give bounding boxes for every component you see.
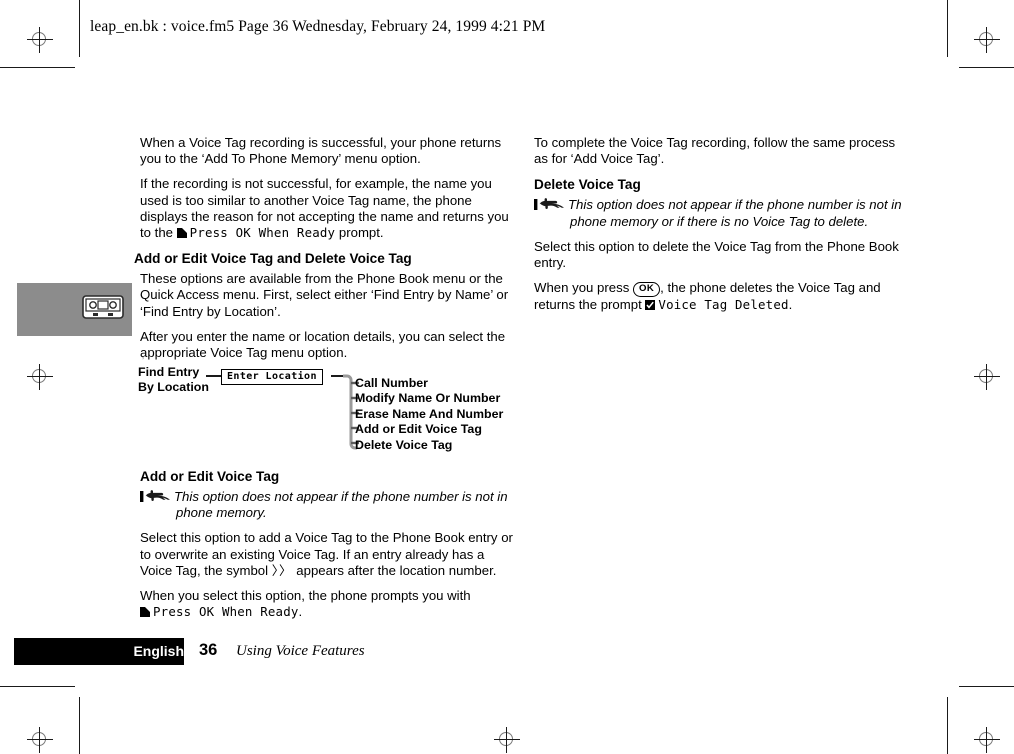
diagram-item-erase-name-and-number: Erase Name And Number <box>355 406 504 421</box>
menu-tree-diagram: ‚ Find Entry By Location Enter Location … <box>138 350 518 460</box>
lcd-symbol-double-chevron: 〉〉 <box>271 562 293 578</box>
lcd-prompt-press-ok-when-ready: Press OK When Ready <box>176 225 336 241</box>
trim-line-left-bottom <box>79 697 80 754</box>
diagram-item-call-number: Call Number <box>355 376 428 390</box>
trim-line-top-right <box>959 67 1014 68</box>
registration-mark-top-left <box>27 27 53 53</box>
left-text-column: When a Voice Tag recording is successful… <box>134 135 513 370</box>
trim-line-bottom-right <box>959 686 1014 687</box>
lcd-prompt-voice-tag-deleted: Voice Tag Deleted <box>645 297 788 312</box>
text-run: . <box>788 297 793 313</box>
paragraph-after-you-enter: After you enter the name or location det… <box>140 328 506 361</box>
paragraph-select-option-delete: Select this option to delete the Voice T… <box>534 238 899 271</box>
lcd-text: Voice Tag Deleted <box>658 297 789 313</box>
footer-language-label: English <box>133 643 184 659</box>
text-run: prompt. <box>335 225 384 241</box>
trim-line-top-left <box>0 67 75 68</box>
trim-line-left-top <box>79 0 80 57</box>
paragraph-options-available: These options are available from the Pho… <box>140 271 509 319</box>
text-run: When you select this option, the phone p… <box>140 588 471 604</box>
heading-delete-voice-tag: Delete Voice Tag <box>534 177 641 193</box>
cassette-tape-icon <box>82 295 124 319</box>
trim-line-bottom-left <box>0 686 75 687</box>
diagram-item-modify-name-or-number: Modify Name Or Number <box>355 391 501 406</box>
registration-mark-bottom-center <box>494 727 520 753</box>
paragraph-select-option-add-voice-tag: Select this option to add a Voice Tag to… <box>140 530 513 579</box>
paragraph-prompts-you-with: When you select this option, the phone p… <box>140 588 513 620</box>
lcd-prompt-press-ok-when-ready-2: Press OK When Ready <box>140 604 299 619</box>
trim-line-right-bottom <box>947 697 948 754</box>
right-text-column: To complete the Voice Tag recording, fol… <box>534 135 907 322</box>
text-run: . <box>298 604 303 620</box>
trim-line-right-top <box>947 0 948 57</box>
registration-mark-top-right <box>974 27 1000 53</box>
chapter-tab <box>17 283 132 336</box>
footer-section-title: Using Voice Features <box>236 643 365 659</box>
diagram-item-add-or-edit-voice-tag: Add or Edit Voice Tag <box>355 422 482 437</box>
paragraph-voice-tag-success: When a Voice Tag recording is successful… <box>140 135 502 167</box>
diagram-item-delete-voice-tag: Delete Voice Tag <box>355 437 453 452</box>
lcd-flag-icon <box>140 607 150 618</box>
heading-add-or-edit-and-delete-voice-tag: Add or Edit Voice Tag and Delete Voice T… <box>134 251 412 267</box>
note-text: This option does not appear if the phone… <box>568 197 902 229</box>
lcd-checkbox-icon <box>645 300 656 311</box>
registration-mark-middle-left <box>27 364 53 390</box>
pointing-hand-icon <box>140 490 170 502</box>
lcd-text: Press OK When Ready <box>153 604 299 620</box>
registration-mark-bottom-right <box>974 727 1000 753</box>
note-text: This option does not appear if the phone… <box>174 489 508 521</box>
pointing-hand-icon <box>534 198 564 211</box>
registration-mark-bottom-left <box>27 727 53 753</box>
lcd-text: Press OK When Ready <box>189 225 336 241</box>
text-run: appears after the location number. <box>292 562 497 578</box>
lcd-flag-icon <box>176 228 187 239</box>
text-run: When you press <box>534 280 633 296</box>
registration-mark-middle-right <box>974 364 1000 390</box>
footer-page-number: 36 <box>199 641 218 659</box>
left-text-column-lower: Add or Edit Voice Tag This option does n… <box>140 462 513 629</box>
paragraph-to-complete-recording: To complete the Voice Tag recording, fol… <box>534 135 896 167</box>
note-delete-voice-tag: This option does not appear if the phone… <box>534 197 907 229</box>
page-header: leap_en.bk : voice.fm5 Page 36 Wednesday… <box>90 18 546 35</box>
ok-key-glyph: OK <box>632 282 661 298</box>
paragraph-recording-not-successful: If the recording is not successful, for … <box>140 176 513 241</box>
paragraph-when-you-press-ok: When you press OK, the phone deletes the… <box>534 280 907 313</box>
diagram-tick-mark: ‚ <box>142 350 144 360</box>
heading-add-or-edit-voice-tag: Add or Edit Voice Tag <box>140 469 280 484</box>
diagram-item-list: Call Number Modify Name Or Number Erase … <box>351 376 503 453</box>
note-add-or-edit-voice-tag: This option does not appear if the phone… <box>140 489 513 521</box>
